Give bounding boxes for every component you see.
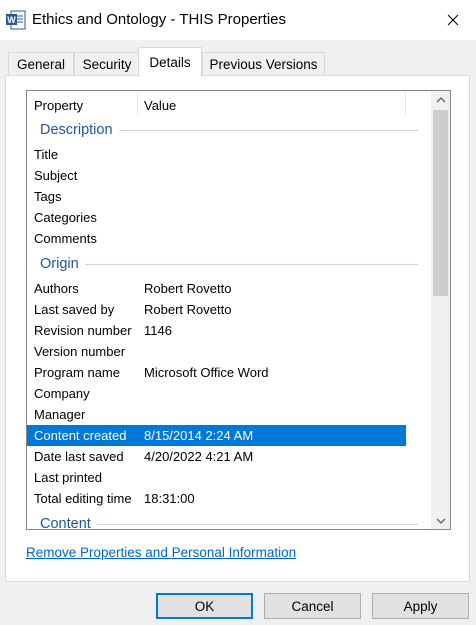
vertical-scrollbar[interactable]	[431, 91, 450, 529]
apply-button[interactable]: Apply	[372, 593, 469, 619]
property-value: 1146	[144, 323, 172, 338]
group-divider	[40, 264, 418, 265]
close-icon	[447, 14, 459, 26]
column-header-value[interactable]: Value	[144, 98, 176, 113]
list-item[interactable]: Authors Robert Rovetto	[27, 278, 406, 299]
property-value: Microsoft Office Word	[144, 365, 269, 380]
column-divider[interactable]	[405, 93, 406, 115]
tab-previous-versions[interactable]: Previous Versions	[202, 52, 325, 76]
scrollbar-thumb[interactable]	[433, 110, 448, 296]
list-item[interactable]: Last saved by Robert Rovetto	[27, 299, 406, 320]
word-document-icon: W	[6, 10, 26, 30]
list-item[interactable]: Company	[27, 383, 406, 404]
property-value: Robert Rovetto	[144, 281, 232, 296]
group-label: Origin	[40, 256, 85, 272]
scroll-down-button[interactable]	[431, 512, 450, 529]
tab-general[interactable]: General	[8, 52, 74, 76]
property-name: Version number	[34, 344, 126, 359]
list-rows: Description Title Subject Tags Categorie…	[27, 117, 427, 529]
details-panel: Property Value Description Title Subject…	[5, 75, 470, 582]
property-name: Authors	[34, 281, 79, 296]
list-item[interactable]: Title	[27, 144, 406, 165]
properties-list[interactable]: Property Value Description Title Subject…	[26, 90, 451, 530]
property-name: Company	[34, 386, 90, 401]
close-button[interactable]	[430, 0, 476, 40]
property-value: 4/20/2022 4:21 AM	[144, 449, 254, 464]
ok-button[interactable]: OK	[156, 593, 253, 619]
list-item[interactable]: Date last saved 4/20/2022 4:21 AM	[27, 446, 406, 467]
title-bar: W Ethics and Ontology - THIS Properties	[0, 0, 476, 40]
list-item[interactable]: Comments	[27, 228, 406, 249]
chevron-down-icon	[436, 518, 445, 524]
list-item[interactable]: Manager	[27, 404, 406, 425]
remove-properties-link[interactable]: Remove Properties and Personal Informati…	[26, 545, 296, 560]
property-name: Subject	[34, 168, 78, 183]
tab-details[interactable]: Details	[138, 47, 202, 77]
property-name: Manager	[34, 407, 86, 422]
list-item[interactable]: Subject	[27, 165, 406, 186]
list-item-selected[interactable]: Content created 8/15/2014 2:24 AM	[27, 425, 406, 446]
cancel-button[interactable]: Cancel	[264, 593, 361, 619]
window-title: Ethics and Ontology - THIS Properties	[32, 11, 287, 28]
property-name: Tags	[34, 189, 62, 204]
property-name: Content created	[34, 428, 127, 443]
property-name: Revision number	[34, 323, 132, 338]
group-description: Description	[27, 117, 418, 144]
property-value: 8/15/2014 2:24 AM	[144, 428, 254, 443]
list-item[interactable]: Last printed	[27, 467, 406, 488]
group-label: Description	[40, 122, 119, 138]
property-name: Date last saved	[34, 449, 124, 464]
column-header-property[interactable]: Property	[34, 98, 83, 113]
scroll-up-button[interactable]	[431, 91, 450, 108]
property-name: Last saved by	[34, 302, 115, 317]
list-item[interactable]: Revision number 1146	[27, 320, 406, 341]
list-item[interactable]: Version number	[27, 341, 406, 362]
property-value: Robert Rovetto	[144, 302, 232, 317]
property-name: Categories	[34, 210, 97, 225]
list-item[interactable]: Total editing time 18:31:00	[27, 488, 406, 509]
svg-text:W: W	[7, 15, 16, 25]
list-header: Property Value	[27, 91, 408, 117]
list-item[interactable]: Tags	[27, 186, 406, 207]
group-origin: Origin	[27, 251, 418, 278]
property-name: Comments	[34, 231, 97, 246]
group-label: Content	[40, 516, 97, 529]
chevron-up-icon	[436, 96, 445, 102]
column-divider[interactable]	[137, 93, 138, 115]
property-value: 18:31:00	[144, 491, 195, 506]
group-content: Content	[27, 511, 418, 529]
list-item[interactable]: Program name Microsoft Office Word	[27, 362, 406, 383]
property-name: Title	[34, 147, 59, 162]
tab-strip: General Security Details Previous Versio…	[8, 47, 468, 77]
tab-security[interactable]: Security	[74, 52, 140, 76]
list-item[interactable]: Categories	[27, 207, 406, 228]
property-name: Last printed	[34, 470, 102, 485]
property-name: Total editing time	[34, 491, 132, 506]
property-name: Program name	[34, 365, 120, 380]
